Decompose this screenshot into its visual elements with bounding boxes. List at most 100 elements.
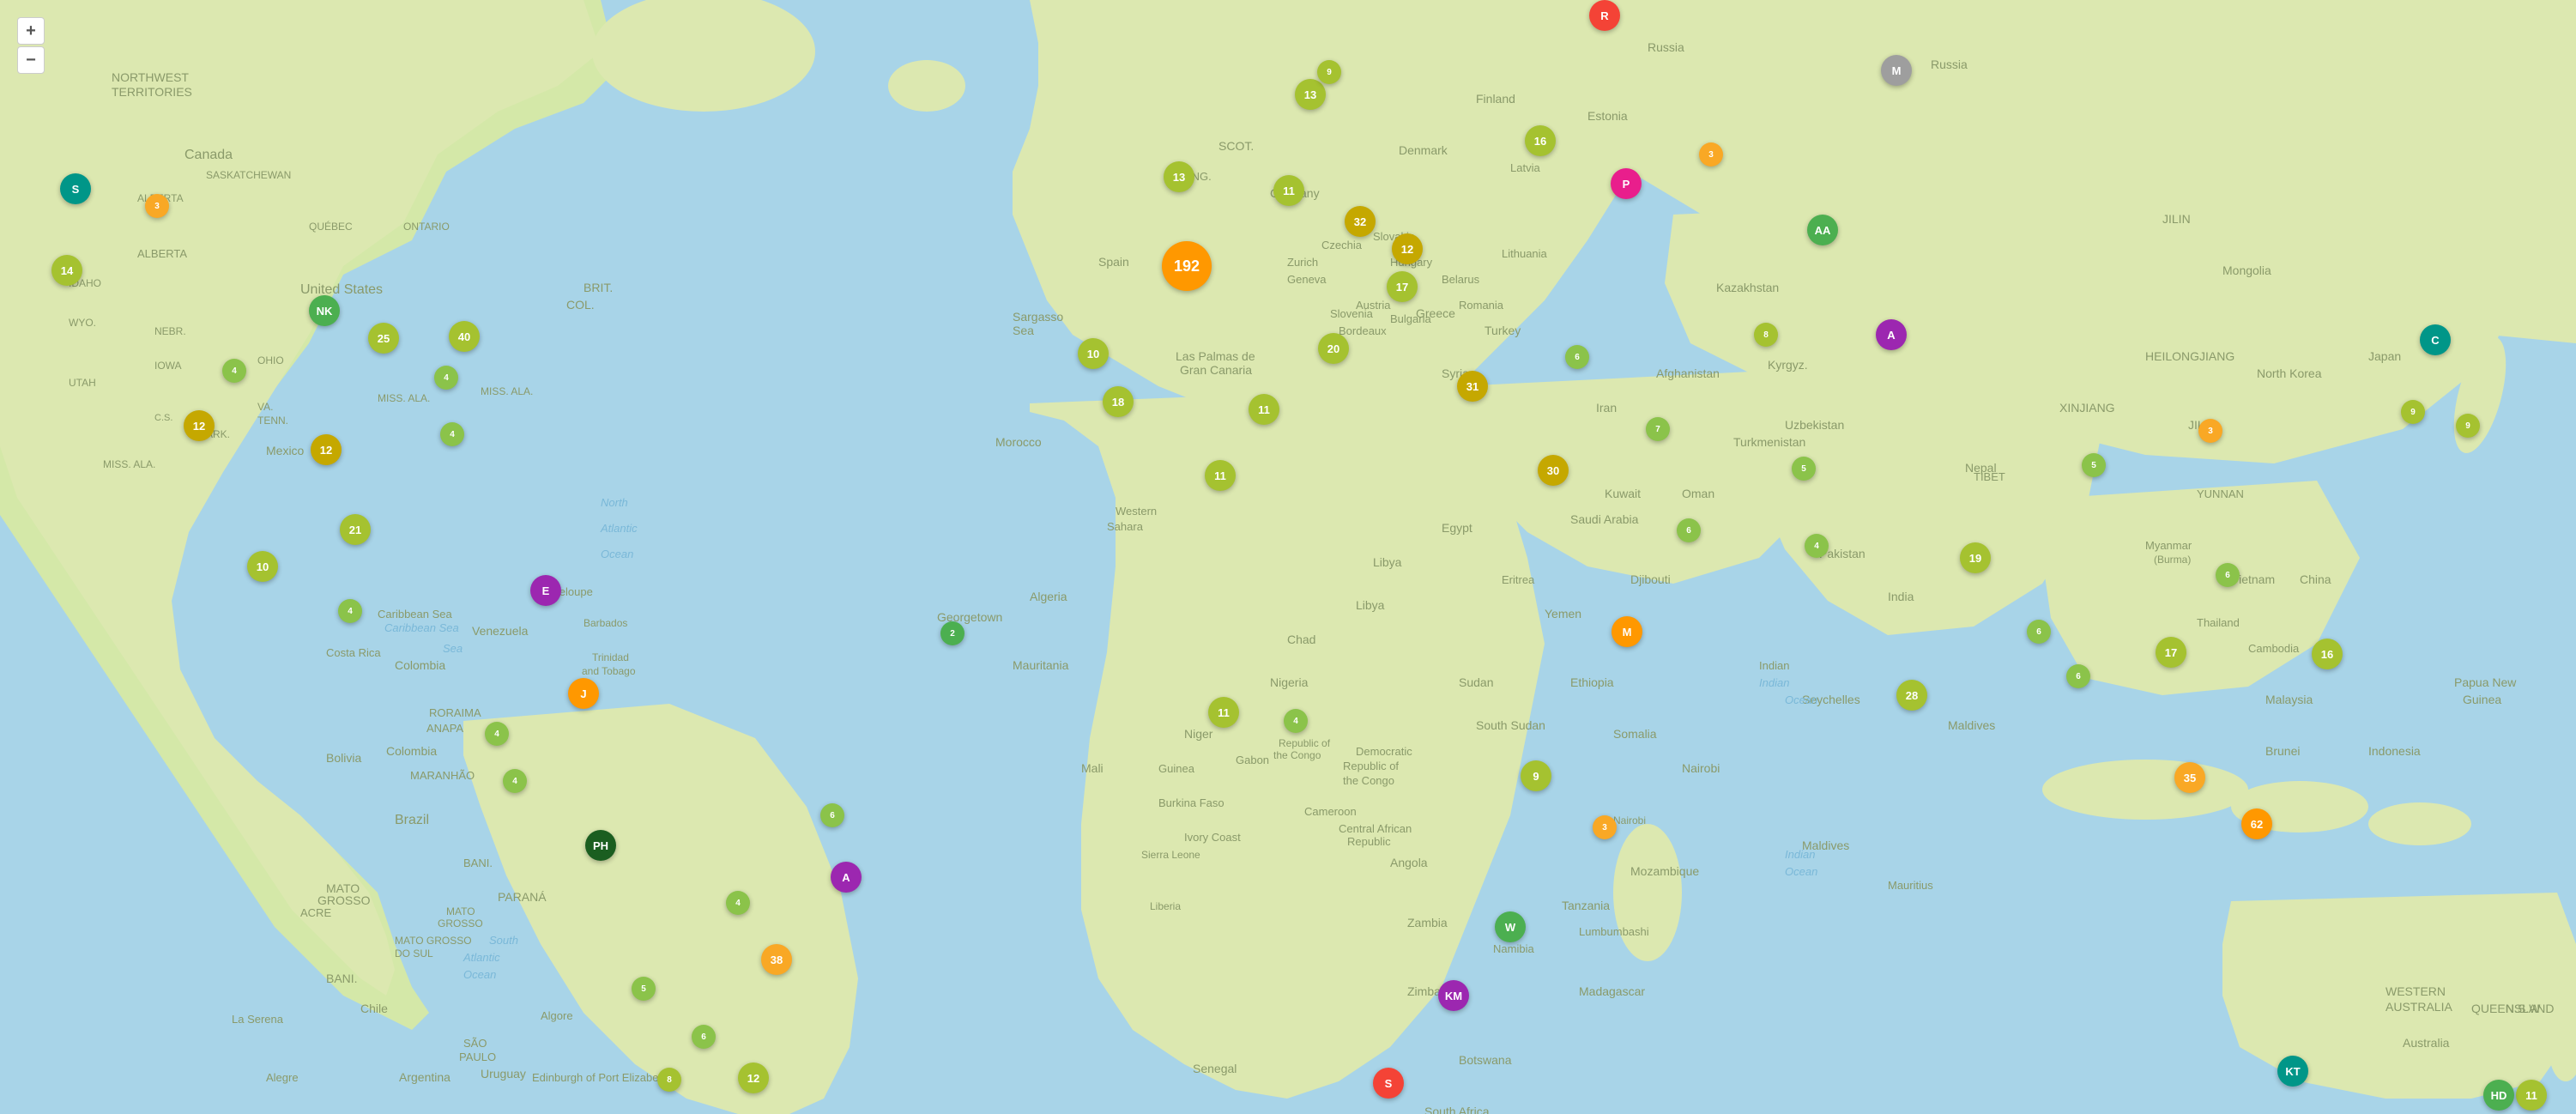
zoom-out-button[interactable]: − [17,46,45,74]
marker-8-arg[interactable]: 8 [657,1068,681,1092]
marker-5-pak[interactable]: 5 [1792,457,1816,481]
marker-9-nor2[interactable]: 9 [1317,60,1341,84]
marker-17-vie[interactable]: 17 [2156,637,2186,668]
marker-192-fra[interactable]: 192 [1162,241,1212,291]
svg-text:(Burma): (Burma) [2154,554,2191,566]
svg-text:TENN.: TENN. [257,415,288,427]
svg-text:Sea: Sea [1013,324,1034,337]
marker-PH-bra[interactable]: PH [585,830,616,861]
marker-M-eth[interactable]: M [1612,616,1642,647]
marker-30-saudi[interactable]: 30 [1538,455,1569,486]
marker-3-chi[interactable]: 3 [2198,419,2222,443]
marker-11-aus[interactable]: 11 [2516,1080,2547,1111]
marker-6-tha[interactable]: 6 [2066,664,2090,688]
marker-HD-aus2[interactable]: HD [2483,1080,2514,1111]
marker-11-alg[interactable]: 11 [1205,460,1236,491]
marker-21-mex[interactable]: 21 [340,514,371,545]
marker-32-ger2[interactable]: 32 [1345,206,1376,237]
marker-16-kor[interactable]: 16 [2312,639,2343,669]
marker-4-mex[interactable]: 4 [338,599,362,623]
marker-18-mor[interactable]: 18 [1103,386,1134,417]
marker-3-canada[interactable]: 3 [145,194,169,218]
marker-38-bra[interactable]: 38 [761,944,792,975]
svg-text:Maldives: Maldives [1802,839,1849,852]
marker-4-cam[interactable]: 4 [485,722,509,746]
marker-P-ukr[interactable]: P [1611,168,1642,199]
marker-4-usa-w2[interactable]: 4 [222,359,246,383]
marker-KM-sa[interactable]: KM [1438,980,1469,1011]
marker-25-usa[interactable]: 25 [368,323,399,354]
marker-9-jap2[interactable]: 9 [2456,414,2480,438]
marker-14-usa-w[interactable]: 14 [51,255,82,286]
svg-text:Mali: Mali [1081,761,1104,775]
marker-13-nor[interactable]: 13 [1295,79,1326,110]
marker-17-gre[interactable]: 17 [1387,271,1418,302]
marker-S-canada[interactable]: S [60,173,91,204]
marker-E-cam[interactable]: E [530,575,561,606]
marker-4-usa-m[interactable]: 4 [434,366,458,390]
marker-M-rus[interactable]: M [1881,55,1912,86]
marker-12-usa-w[interactable]: 12 [184,410,215,441]
marker-9-jap[interactable]: 9 [2401,400,2425,424]
marker-5-ind3[interactable]: 5 [2082,453,2106,477]
svg-text:Belarus: Belarus [1442,273,1480,286]
marker-6-ara[interactable]: 6 [1677,518,1701,542]
svg-text:ALBERTA: ALBERTA [137,247,187,260]
marker-NK-usa[interactable]: NK [309,295,340,326]
marker-12-uru[interactable]: 12 [738,1063,769,1093]
marker-40-usa[interactable]: 40 [449,321,480,352]
svg-text:Bolivia: Bolivia [326,751,361,765]
svg-text:Ocean: Ocean [1785,693,1817,706]
marker-10-mex[interactable]: 10 [247,551,278,582]
marker-16-ukr[interactable]: 16 [1525,125,1556,156]
marker-4-bra2[interactable]: 4 [726,891,750,915]
marker-2-atl[interactable]: 2 [940,621,964,645]
zoom-in-button[interactable]: + [17,17,45,45]
marker-4-nig2[interactable]: 4 [1284,709,1308,733]
marker-19-india[interactable]: 19 [1960,542,1991,573]
marker-12-usa-c[interactable]: 12 [311,434,342,465]
marker-KT-aus[interactable]: KT [2277,1056,2308,1087]
marker-11-nig[interactable]: 11 [1208,697,1239,728]
svg-text:Bordeaux: Bordeaux [1339,324,1387,337]
marker-31-tur[interactable]: 31 [1457,371,1488,402]
marker-S-sa[interactable]: S [1373,1068,1404,1099]
svg-text:Namibia: Namibia [1493,942,1534,955]
marker-4-india[interactable]: 4 [1805,534,1829,558]
marker-9-ken[interactable]: 9 [1521,760,1551,791]
marker-C-jap[interactable]: C [2420,324,2451,355]
marker-J-cam2[interactable]: J [568,678,599,709]
marker-28-ind2[interactable]: 28 [1896,680,1927,711]
marker-20-ita[interactable]: 20 [1318,333,1349,364]
marker-4-usa-e[interactable]: 4 [440,422,464,446]
marker-3-rus[interactable]: 3 [1699,142,1723,166]
svg-text:Brazil: Brazil [395,813,429,827]
marker-11-malt[interactable]: 11 [1249,394,1279,425]
marker-4-col[interactable]: 4 [503,769,527,793]
marker-8-uzb[interactable]: 8 [1754,323,1778,347]
marker-R-top[interactable]: R [1589,0,1620,31]
marker-12-balk[interactable]: 12 [1392,233,1423,264]
marker-6-bra[interactable]: 6 [820,803,844,827]
svg-text:GROSSO: GROSSO [438,917,483,929]
marker-6-geo[interactable]: 6 [1565,345,1589,369]
marker-62-sea2[interactable]: 62 [2241,808,2272,839]
svg-text:Tanzania: Tanzania [1562,899,1610,912]
marker-6-mya[interactable]: 6 [2027,620,2051,644]
marker-6-bra3[interactable]: 6 [692,1025,716,1049]
marker-13-eng[interactable]: 13 [1164,161,1194,192]
marker-A-bra[interactable]: A [831,862,862,893]
marker-11-ger[interactable]: 11 [1273,175,1304,206]
marker-10-spa[interactable]: 10 [1078,338,1109,369]
svg-text:Ocean: Ocean [601,548,633,560]
marker-A-kaz[interactable]: A [1876,319,1907,350]
marker-AA-kaz[interactable]: AA [1807,215,1838,245]
svg-text:Estonia: Estonia [1587,109,1628,123]
marker-5-bra[interactable]: 5 [632,977,656,1001]
marker-7-iran[interactable]: 7 [1646,417,1670,441]
marker-6-chi2[interactable]: 6 [2216,563,2240,587]
svg-text:Chad: Chad [1287,633,1315,646]
marker-3-ken2[interactable]: 3 [1593,815,1617,839]
marker-35-sea[interactable]: 35 [2174,762,2205,793]
marker-W-moz[interactable]: W [1495,911,1526,942]
